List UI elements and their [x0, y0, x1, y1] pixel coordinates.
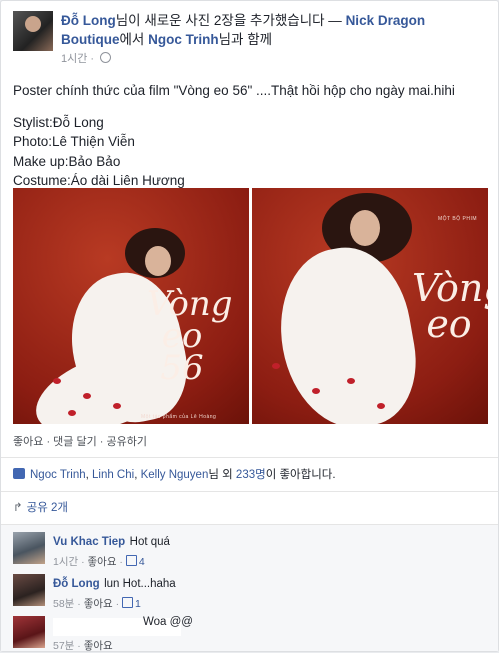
post-line: Stylist:Đỗ Long	[13, 114, 104, 130]
commenter-avatar[interactable]	[13, 574, 45, 606]
globe-icon[interactable]	[100, 52, 112, 63]
post-meta: 1시간 ·	[61, 50, 112, 66]
poster-title-art: Vòng eo 56	[147, 284, 233, 388]
petal-shape	[83, 393, 91, 399]
post-line: Poster chính thức của film "Vòng eo 56" …	[13, 83, 455, 98]
likes-suffix-pre: 님 외	[208, 469, 233, 481]
liker-link[interactable]: Kelly Nguyen	[141, 469, 209, 481]
dot-separator: ·	[90, 53, 95, 65]
comments-section: Vu Khac Tiep Hot quá 1시간 · 좋아요 · 4 Đỗ Lo…	[1, 524, 498, 653]
comment-body: Đỗ Long lun Hot...haha 58분 · 좋아요 · 1	[53, 574, 483, 611]
petal-shape	[53, 378, 61, 384]
share-link[interactable]: 공유하기	[107, 436, 147, 448]
divider	[1, 491, 498, 492]
likes-suffix-post: 이 좋아합니다.	[265, 469, 336, 481]
petal-shape	[312, 388, 320, 394]
dot-separator: ·	[119, 556, 123, 568]
shares-count-link[interactable]: 공유 2개	[27, 502, 68, 514]
post-headline: Đỗ Long님이 새로운 사진 2장을 추가했습니다 — Nick Drago…	[61, 11, 486, 49]
comment-like-link[interactable]: 좋아요	[84, 598, 113, 610]
comment-meta: 58분 · 좋아요 · 1	[53, 596, 483, 611]
post-header: Đỗ Long님이 새로운 사진 2장을 추가했습니다 — Nick Drago…	[13, 11, 488, 71]
tagged-person-link[interactable]: Ngoc Trinh	[148, 32, 219, 47]
dot-separator: ·	[81, 556, 85, 568]
like-thumb-icon	[122, 597, 134, 608]
share-arrow-icon: ↱	[13, 502, 23, 514]
author-avatar[interactable]	[13, 11, 53, 51]
comment-like-link[interactable]: 좋아요	[84, 640, 113, 652]
author-name-link[interactable]: Đỗ Long	[61, 13, 116, 28]
like-thumb-icon	[125, 555, 137, 566]
commenter-name-link[interactable]: Vu Khac Tiep	[53, 536, 125, 548]
post-photo-1[interactable]: Vòng eo 56 Một tác phẩm của Lê Hoàng	[13, 188, 249, 424]
petal-shape	[377, 403, 385, 409]
dot-separator: ·	[77, 640, 81, 652]
post-line: Photo:Lê Thiện Viễn	[13, 134, 135, 149]
commenter-avatar[interactable]	[13, 616, 45, 648]
like-thumb-icon	[13, 468, 25, 479]
post-body: Poster chính thức của film "Vòng eo 56" …	[13, 81, 493, 191]
comment-link[interactable]: 댓글 달기	[53, 436, 97, 448]
post-photo-2[interactable]: Vòng eo MỘT BỘ PHIM	[252, 188, 488, 424]
post-line: Make up:Bảo Bảo	[13, 153, 121, 169]
commenter-avatar[interactable]	[13, 532, 45, 564]
comment-text: lun Hot...haha	[104, 578, 176, 590]
dot-separator: ·	[115, 598, 120, 610]
dot-separator: ·	[77, 598, 81, 610]
face-shape	[350, 210, 380, 246]
petal-shape	[68, 410, 76, 416]
post-actions: 좋아요 · 댓글 달기 · 공유하기	[13, 433, 147, 449]
comment-time[interactable]: 57분	[53, 640, 74, 652]
liker-link[interactable]: Linh Chi	[92, 469, 134, 481]
comment-text: Hot quá	[129, 536, 170, 548]
comment-like-link[interactable]: 좋아요	[88, 556, 117, 568]
liker-link[interactable]: Ngoc Trinh	[30, 469, 86, 481]
poster-caption-art: MỘT BỘ PHIM	[438, 216, 478, 222]
shares-summary: ↱ 공유 2개	[13, 499, 68, 515]
post-line	[13, 101, 493, 113]
poster-caption-art: Một tác phẩm của Lê Hoàng	[141, 414, 217, 420]
dot-separator: ·	[99, 436, 104, 448]
comment-time[interactable]: 58분	[53, 598, 74, 610]
action-text: 님이 새로운 사진 2장을 추가했습니다 —	[115, 13, 342, 28]
with-text: 에서	[119, 32, 145, 47]
post-time-link[interactable]: 1시간	[61, 53, 87, 65]
comment-like-count[interactable]: 4	[139, 556, 145, 568]
comment-time[interactable]: 1시간	[53, 556, 78, 568]
together-text: 님과 함께	[218, 32, 273, 47]
dot-separator: ·	[46, 436, 51, 448]
comment-meta: 1시간 · 좋아요 · 4	[53, 554, 483, 569]
poster-title-art: Vòng eo	[412, 266, 488, 346]
commenter-name-link[interactable]: Đỗ Long	[53, 578, 100, 590]
petal-shape	[113, 403, 121, 409]
likes-summary: Ngoc Trinh, Linh Chi, Kelly Nguyen님 외 23…	[13, 466, 336, 482]
feed-post-card: Đỗ Long님이 새로운 사진 2장을 추가했습니다 — Nick Drago…	[0, 0, 499, 652]
petal-shape	[272, 363, 280, 369]
like-link[interactable]: 좋아요	[13, 436, 43, 448]
divider	[1, 524, 498, 525]
comment-text: Woa @@	[143, 616, 193, 628]
likes-count-link[interactable]: 233명	[236, 469, 266, 481]
comment-like-count[interactable]: 1	[135, 598, 141, 610]
divider	[1, 457, 498, 458]
petal-shape	[347, 378, 355, 384]
face-shape	[145, 246, 171, 276]
dress-shape	[267, 238, 427, 424]
comment-meta: 57분 · 좋아요	[53, 638, 113, 653]
comment-body: Vu Khac Tiep Hot quá 1시간 · 좋아요 · 4	[53, 532, 483, 569]
